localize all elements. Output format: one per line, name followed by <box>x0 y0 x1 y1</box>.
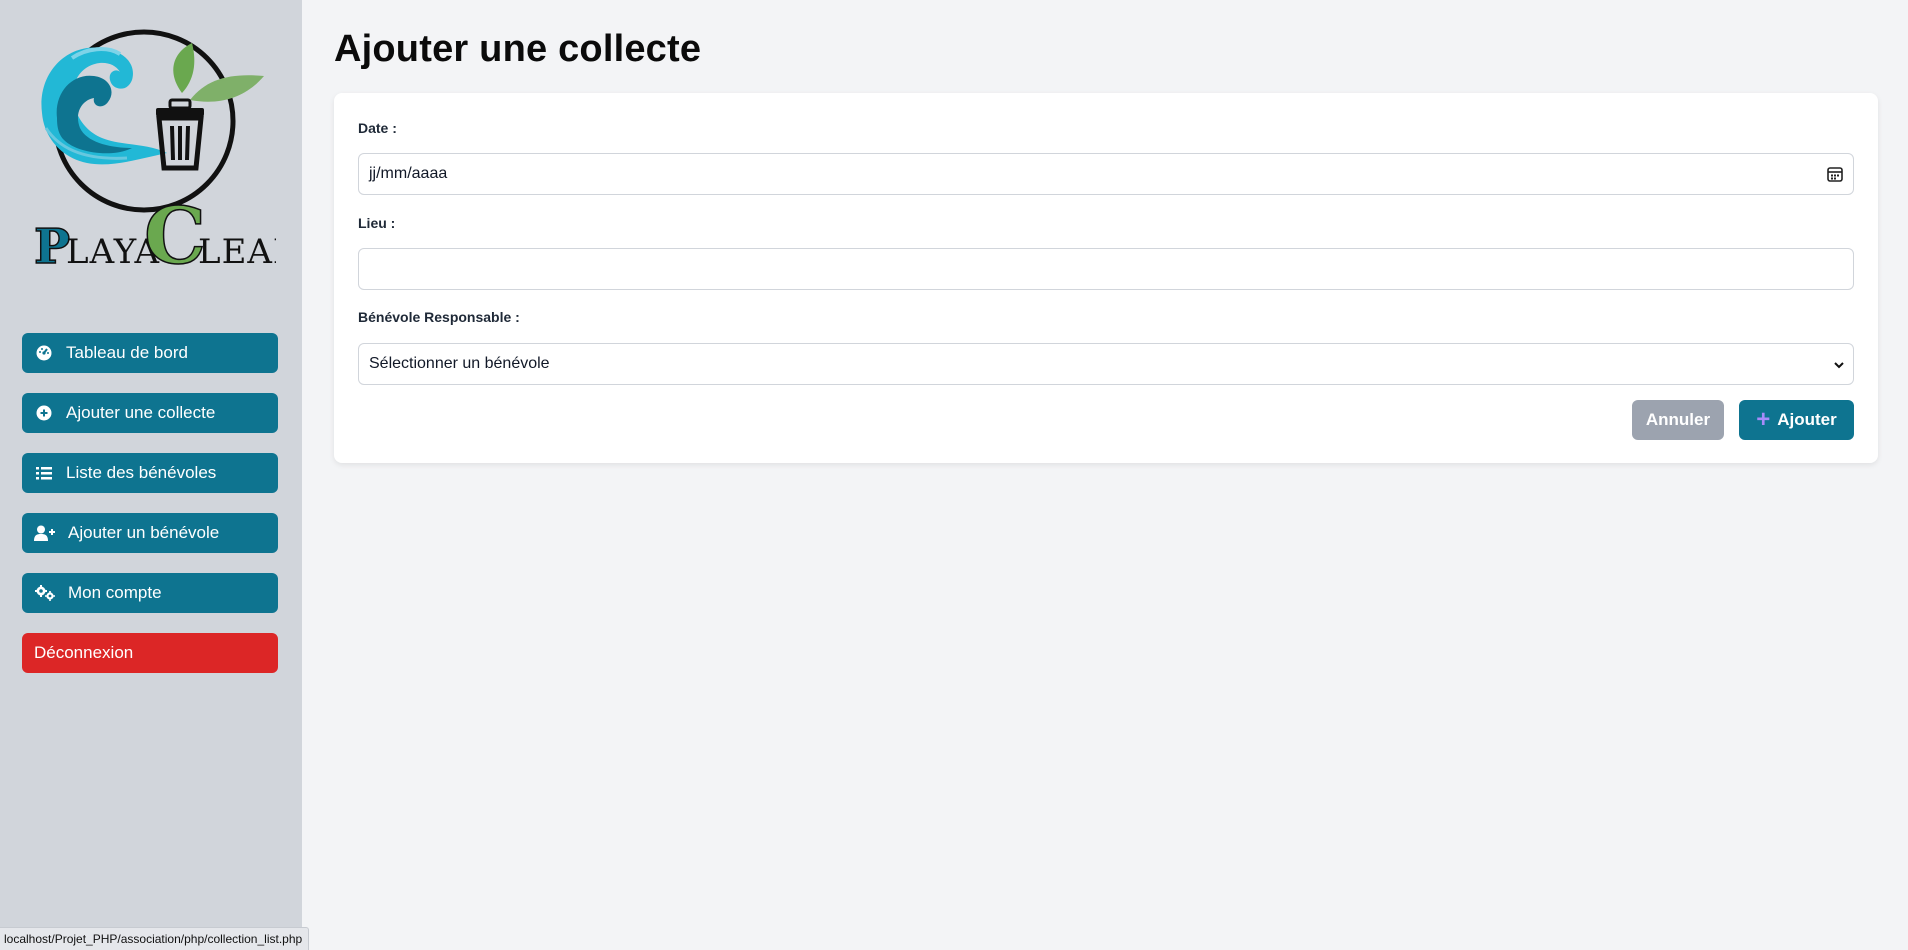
sidebar-item-label: Tableau de bord <box>66 343 188 362</box>
sidebar-item-dashboard[interactable]: Tableau de bord <box>22 333 278 373</box>
sidebar-item-add-volunteer[interactable]: Ajouter un bénévole <box>22 513 278 553</box>
lieu-input[interactable] <box>358 248 1854 290</box>
collection-form: Date : jj/mm/aaaa Lieu : Bénévole Respon… <box>334 93 1878 463</box>
sidebar-item-label: Liste des bénévoles <box>66 463 217 482</box>
date-label: Date : <box>358 120 397 136</box>
date-placeholder: jj/mm/aaaa <box>369 165 448 182</box>
sidebar-item-label: Mon compte <box>68 583 162 602</box>
user-plus-icon <box>34 524 56 542</box>
lieu-label: Lieu : <box>358 215 396 231</box>
chevron-down-icon <box>1833 358 1845 376</box>
add-button[interactable]: + Ajouter <box>1739 400 1854 440</box>
calendar-icon[interactable] <box>1827 166 1843 187</box>
benevole-select[interactable]: Sélectionner un bénévole <box>358 343 1854 385</box>
benevole-label: Bénévole Responsable : <box>358 309 520 325</box>
plus-circle-icon <box>34 404 54 422</box>
plus-icon: + <box>1756 406 1771 433</box>
sidebar-item-my-account[interactable]: Mon compte <box>22 573 278 613</box>
browser-status-url: localhost/Projet_PHP/association/php/col… <box>0 927 310 950</box>
sidebar: P LAYA C LEAN Tableau de bord Ajouter un… <box>0 0 302 950</box>
sidebar-nav: Tableau de bord Ajouter une collecte Lis… <box>22 333 278 693</box>
sidebar-item-label: Ajouter une collecte <box>66 403 216 422</box>
sidebar-item-label: Ajouter un bénévole <box>68 523 220 542</box>
logout-label: Déconnexion <box>34 643 134 662</box>
cancel-label: Annuler <box>1645 410 1711 429</box>
playaclean-logo[interactable]: P LAYA C LEAN <box>32 18 276 268</box>
add-label: Ajouter <box>1777 410 1837 429</box>
gears-icon <box>34 584 56 602</box>
date-field[interactable]: jj/mm/aaaa <box>358 153 1854 195</box>
svg-text:C: C <box>144 191 206 268</box>
sidebar-item-volunteer-list[interactable]: Liste des bénévoles <box>22 453 278 493</box>
sidebar-item-add-collection[interactable]: Ajouter une collecte <box>22 393 278 433</box>
dashboard-icon <box>34 344 54 362</box>
svg-text:LEAN: LEAN <box>198 232 276 268</box>
page-title: Ajouter une collecte <box>334 28 702 70</box>
logout-button[interactable]: Déconnexion <box>22 633 278 673</box>
cancel-button[interactable]: Annuler <box>1632 400 1724 440</box>
list-icon <box>34 464 54 482</box>
benevole-selected-value: Sélectionner un bénévole <box>369 355 550 372</box>
svg-text:P: P <box>34 219 70 268</box>
